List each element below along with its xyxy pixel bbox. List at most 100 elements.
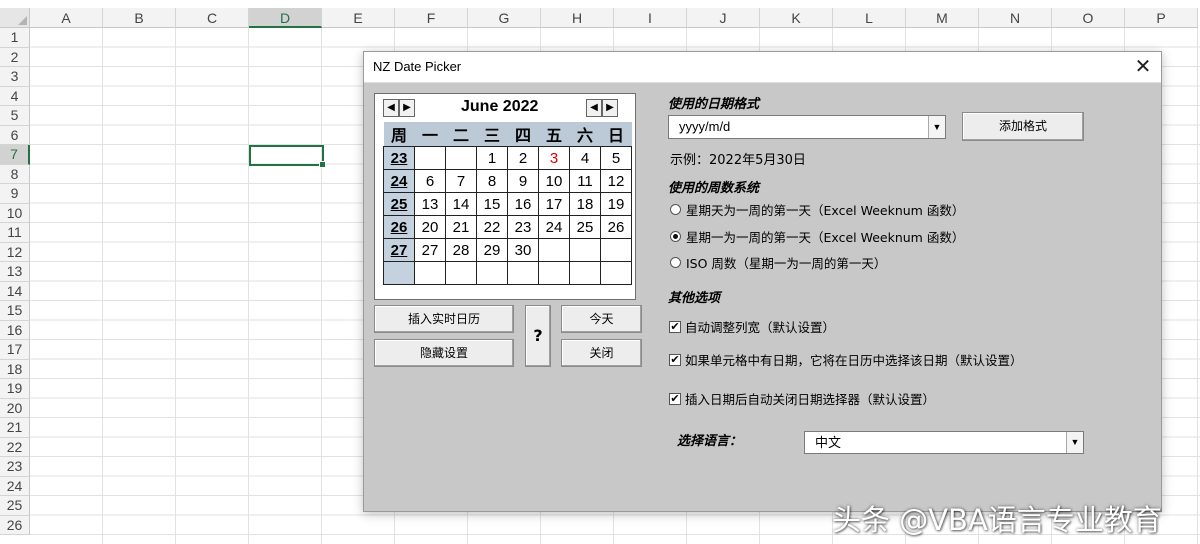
- day-cell[interactable]: 8: [476, 169, 508, 193]
- column-header[interactable]: P: [1125, 8, 1198, 28]
- week-system-option[interactable]: ISO 周数（星期一为一周的第一天）: [670, 253, 886, 272]
- column-header[interactable]: J: [687, 8, 760, 28]
- row-header[interactable]: 24: [0, 476, 30, 496]
- row-header[interactable]: 17: [0, 340, 30, 360]
- next-year-icon[interactable]: ▶: [602, 99, 618, 117]
- chevron-down-icon[interactable]: ▼: [1066, 432, 1083, 453]
- next-month-icon[interactable]: ▶: [399, 99, 415, 117]
- week-system-option[interactable]: 星期天为一周的第一天（Excel Weeknum 函数）: [670, 200, 964, 219]
- help-button[interactable]: ?: [525, 305, 551, 367]
- day-cell[interactable]: 16: [507, 192, 539, 216]
- day-cell[interactable]: 23: [507, 215, 539, 239]
- date-format-select[interactable]: yyyy/m/d ▼: [668, 115, 946, 139]
- day-cell[interactable]: 10: [538, 169, 570, 193]
- day-cell[interactable]: 25: [569, 215, 601, 239]
- other-option[interactable]: ✔ 自动调整列宽（默认设置）: [669, 317, 835, 336]
- prev-month-icon[interactable]: ◀: [383, 99, 399, 117]
- day-cell[interactable]: 9: [507, 169, 539, 193]
- column-header[interactable]: E: [322, 8, 395, 28]
- day-cell[interactable]: [538, 261, 570, 285]
- day-cell[interactable]: [569, 261, 601, 285]
- day-cell[interactable]: 3: [538, 146, 570, 170]
- column-header[interactable]: K: [760, 8, 833, 28]
- row-header[interactable]: 14: [0, 281, 30, 301]
- row-header[interactable]: 15: [0, 301, 30, 321]
- week-system-option[interactable]: 星期一为一周的第一天（Excel Weeknum 函数）: [670, 227, 964, 246]
- column-header[interactable]: G: [468, 8, 541, 28]
- day-cell[interactable]: 5: [600, 146, 632, 170]
- row-header[interactable]: 3: [0, 67, 30, 87]
- row-header[interactable]: 25: [0, 496, 30, 516]
- day-cell[interactable]: 29: [476, 238, 508, 262]
- column-header[interactable]: L: [833, 8, 906, 28]
- radio-button[interactable]: [670, 204, 681, 215]
- row-header[interactable]: 13: [0, 262, 30, 282]
- day-cell[interactable]: 20: [414, 215, 446, 239]
- select-all-corner[interactable]: [0, 8, 30, 28]
- day-cell[interactable]: [476, 261, 508, 285]
- hide-settings-button[interactable]: 隐藏设置: [374, 339, 514, 367]
- row-header[interactable]: 5: [0, 106, 30, 126]
- row-header[interactable]: 11: [0, 223, 30, 243]
- column-header[interactable]: F: [395, 8, 468, 28]
- row-header[interactable]: 8: [0, 164, 30, 184]
- row-header[interactable]: 4: [0, 86, 30, 106]
- day-cell[interactable]: [445, 261, 477, 285]
- column-header[interactable]: M: [906, 8, 979, 28]
- day-cell[interactable]: [414, 261, 446, 285]
- day-cell[interactable]: 13: [414, 192, 446, 216]
- day-cell[interactable]: [600, 238, 632, 262]
- day-cell[interactable]: 22: [476, 215, 508, 239]
- close-button[interactable]: 关闭: [561, 339, 642, 367]
- column-header[interactable]: O: [1052, 8, 1125, 28]
- day-cell[interactable]: [445, 146, 477, 170]
- row-header[interactable]: 20: [0, 398, 30, 418]
- close-icon[interactable]: ✕: [1133, 56, 1153, 77]
- radio-button[interactable]: [670, 231, 681, 242]
- row-header[interactable]: 16: [0, 320, 30, 340]
- day-cell[interactable]: 18: [569, 192, 601, 216]
- column-header[interactable]: C: [176, 8, 249, 28]
- day-cell[interactable]: [600, 261, 632, 285]
- row-header[interactable]: 1: [0, 28, 30, 48]
- row-header[interactable]: 6: [0, 125, 30, 145]
- day-cell[interactable]: 11: [569, 169, 601, 193]
- day-cell[interactable]: 21: [445, 215, 477, 239]
- row-header[interactable]: 19: [0, 379, 30, 399]
- today-button[interactable]: 今天: [561, 305, 642, 333]
- column-header[interactable]: H: [541, 8, 614, 28]
- other-option[interactable]: ✔ 插入日期后自动关闭日期选择器（默认设置）: [669, 389, 935, 408]
- day-cell[interactable]: 26: [600, 215, 632, 239]
- row-header[interactable]: 7: [0, 145, 30, 165]
- day-cell[interactable]: [538, 238, 570, 262]
- row-header[interactable]: 18: [0, 359, 30, 379]
- row-header[interactable]: 26: [0, 515, 30, 535]
- row-header[interactable]: 23: [0, 457, 30, 477]
- checkbox[interactable]: ✔: [669, 392, 681, 405]
- day-cell[interactable]: 24: [538, 215, 570, 239]
- other-option[interactable]: ✔ 如果单元格中有日期，它将在日历中选择该日期（默认设置）: [669, 350, 1023, 369]
- active-cell-d7[interactable]: [249, 145, 326, 168]
- day-cell[interactable]: 27: [414, 238, 446, 262]
- checkbox[interactable]: ✔: [669, 353, 681, 366]
- checkbox[interactable]: ✔: [669, 320, 681, 333]
- column-header[interactable]: N: [979, 8, 1052, 28]
- day-cell[interactable]: [507, 261, 539, 285]
- row-header[interactable]: 10: [0, 203, 30, 223]
- day-cell[interactable]: [414, 146, 446, 170]
- insert-live-calendar-button[interactable]: 插入实时日历: [374, 305, 514, 333]
- row-header[interactable]: 12: [0, 242, 30, 262]
- column-header[interactable]: B: [103, 8, 176, 28]
- day-cell[interactable]: 19: [600, 192, 632, 216]
- column-header[interactable]: D: [249, 8, 322, 28]
- day-cell[interactable]: 4: [569, 146, 601, 170]
- add-format-button[interactable]: 添加格式: [962, 112, 1084, 141]
- row-header[interactable]: 9: [0, 184, 30, 204]
- day-cell[interactable]: 12: [600, 169, 632, 193]
- day-cell[interactable]: 28: [445, 238, 477, 262]
- day-cell[interactable]: 17: [538, 192, 570, 216]
- chevron-down-icon[interactable]: ▼: [928, 116, 945, 138]
- prev-year-icon[interactable]: ◀: [586, 99, 602, 117]
- language-select[interactable]: 中文 ▼: [804, 431, 1084, 454]
- day-cell[interactable]: 1: [476, 146, 508, 170]
